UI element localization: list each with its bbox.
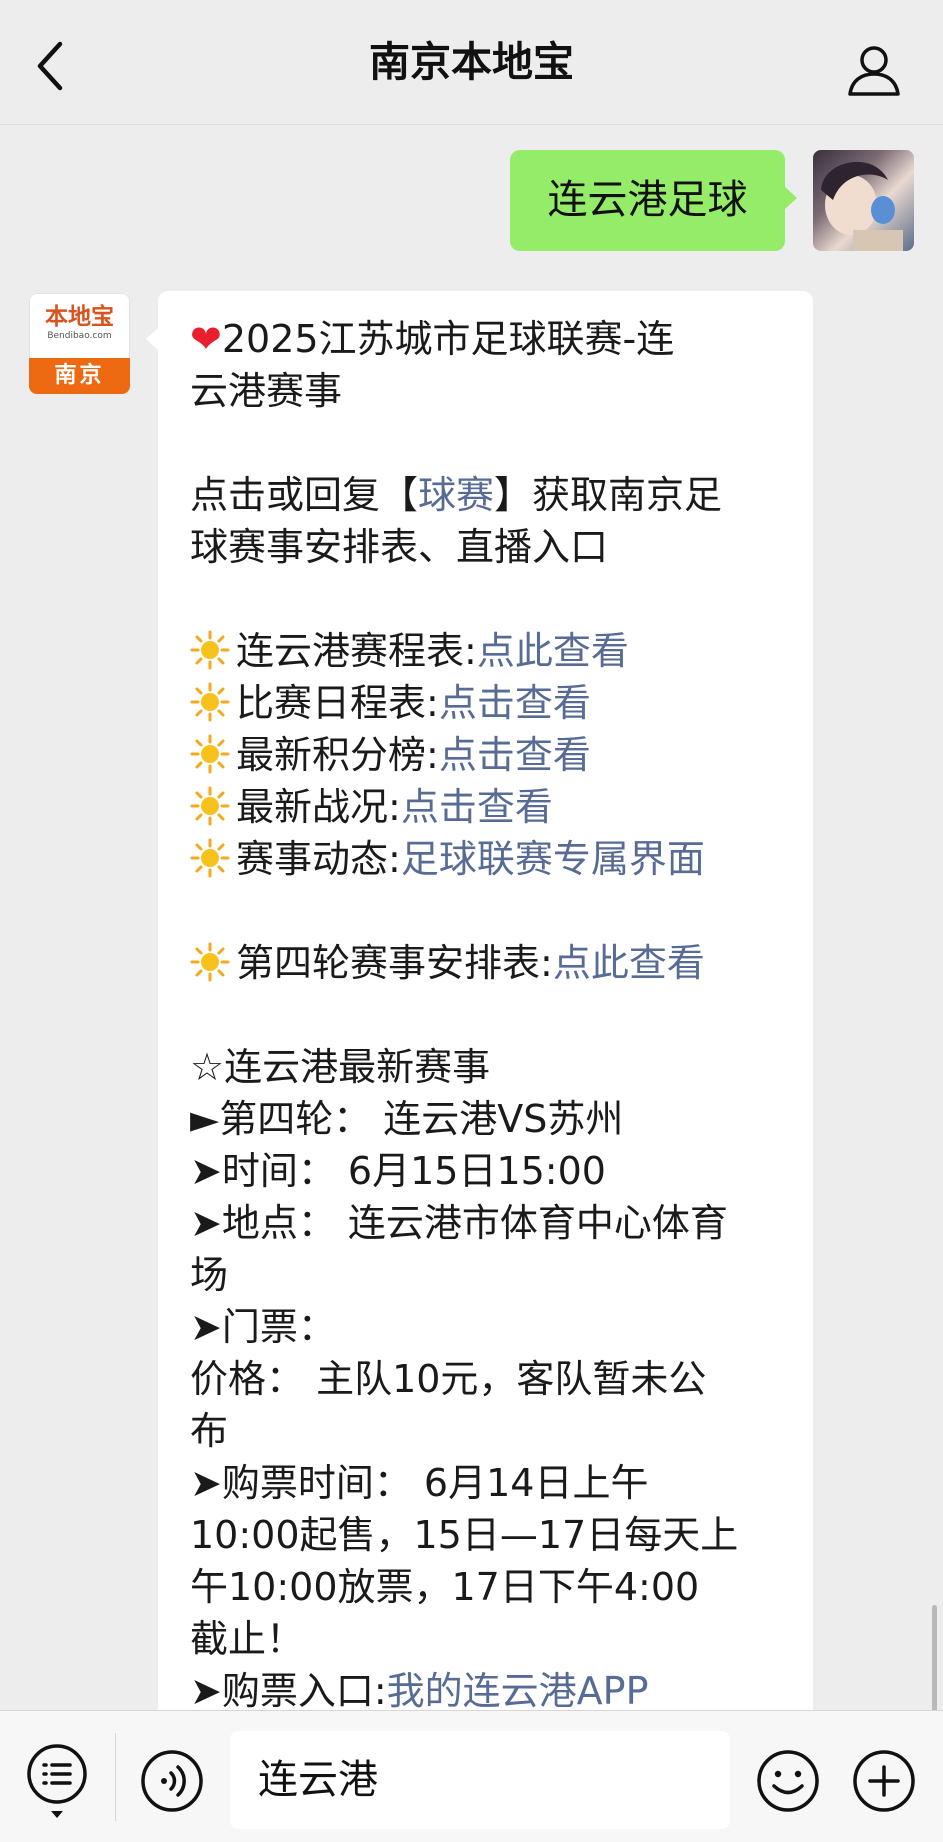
buy-entry-line: ➤购票入口:我的连云港APP (190, 1665, 790, 1710)
buy-entry-link[interactable]: 我的连云港APP (387, 1669, 649, 1710)
match-days-link[interactable]: 点击查看 (439, 681, 591, 725)
toolbar-divider (115, 1733, 116, 1821)
message-title-line-2: 云港赛事 (190, 369, 343, 413)
ticket-info: ➤门票： (190, 1305, 336, 1349)
link-row-schedule: 连云港赛程表:点此查看 (190, 625, 790, 677)
logo-en-text: Bendibao.com (47, 331, 112, 341)
page-title: 南京本地宝 (369, 38, 574, 86)
standings-link[interactable]: 点击查看 (439, 733, 591, 777)
link-row-standings: 最新积分榜:点击查看 (190, 729, 790, 781)
place-info: ➤地点： 连云港市体育中心体育 (190, 1201, 728, 1245)
sun-icon (190, 734, 230, 774)
my-avatar[interactable] (813, 150, 914, 251)
chat-area[interactable]: 连云港足球 本地宝 Bendibao.com 南京 ❤2025江苏城市足球联赛-… (0, 125, 943, 1710)
sun-icon (190, 630, 230, 670)
link-row-match-days: 比赛日程表:点击查看 (190, 677, 790, 729)
link-row-news: 赛事动态:足球联赛专属界面 (190, 833, 790, 885)
reply-hint-line-2: 球赛事安排表、直播入口 (190, 525, 609, 569)
price-info-2: 布 (190, 1409, 229, 1453)
incoming-message-bubble[interactable]: ❤2025江苏城市足球联赛-连 云港赛事 点击或回复【球赛】获取南京足 球赛事安… (146, 291, 813, 1710)
profile-icon[interactable] (846, 42, 902, 98)
heart-icon: ❤ (190, 317, 222, 361)
menu-list-icon[interactable] (24, 1741, 90, 1821)
round-info: ►第四轮： 连云港VS苏州 (190, 1097, 624, 1141)
time-info: ➤时间： 6月15日15:00 (190, 1149, 606, 1193)
sun-icon (190, 942, 230, 982)
results-link[interactable]: 点击查看 (401, 785, 553, 829)
logo-cn-text: 本地宝 (45, 304, 114, 330)
sun-icon (190, 838, 230, 878)
price-info: 价格： 主队10元，客队暂未公 (190, 1357, 707, 1401)
bendibao-logo: 本地宝 Bendibao.com (29, 293, 130, 358)
message-content: ❤2025江苏城市足球联赛-连 云港赛事 点击或回复【球赛】获取南京足 球赛事安… (190, 313, 790, 1710)
link-row-results: 最新战况:点击查看 (190, 781, 790, 833)
buy-time-info: ➤购票时间： 6月14日上午 (190, 1461, 649, 1505)
buy-time-info-4: 截止！ (190, 1617, 305, 1661)
league-page-link[interactable]: 足球联赛专属界面 (401, 837, 705, 881)
sender-avatar[interactable]: 本地宝 Bendibao.com 南京 (29, 293, 130, 394)
outgoing-message-bubble[interactable]: 连云港足球 (510, 150, 797, 251)
top-nav-bar: 南京本地宝 (0, 0, 943, 125)
outgoing-message-text: 连云港足球 (547, 177, 748, 223)
logo-city-text: 南京 (29, 358, 130, 394)
place-info-2: 场 (190, 1253, 229, 1297)
schedule-link[interactable]: 点此查看 (477, 629, 629, 673)
reply-keyword-link[interactable]: 球赛 (418, 473, 494, 517)
scrollbar-thumb[interactable] (932, 1605, 937, 1710)
input-toolbar (0, 1710, 943, 1842)
sun-icon (190, 786, 230, 826)
avatar-photo (821, 161, 903, 251)
sun-icon (190, 682, 230, 722)
reply-hint-line: 点击或回复【球赛】获取南京足 (190, 473, 723, 517)
voice-icon[interactable] (138, 1747, 206, 1815)
emoji-icon[interactable] (754, 1747, 822, 1815)
buy-time-info-3: 午10:00放票，17日下午4:00 (190, 1565, 700, 1609)
latest-title: ☆连云港最新赛事 (190, 1045, 491, 1089)
link-row-round4: 第四轮赛事安排表:点此查看 (190, 937, 790, 989)
buy-time-info-2: 10:00起售，15日—17日每天上 (190, 1513, 739, 1557)
message-input[interactable] (230, 1731, 730, 1829)
plus-icon[interactable] (850, 1747, 918, 1815)
round4-link[interactable]: 点此查看 (553, 941, 705, 985)
message-title-line: ❤2025江苏城市足球联赛-连 (190, 317, 675, 361)
